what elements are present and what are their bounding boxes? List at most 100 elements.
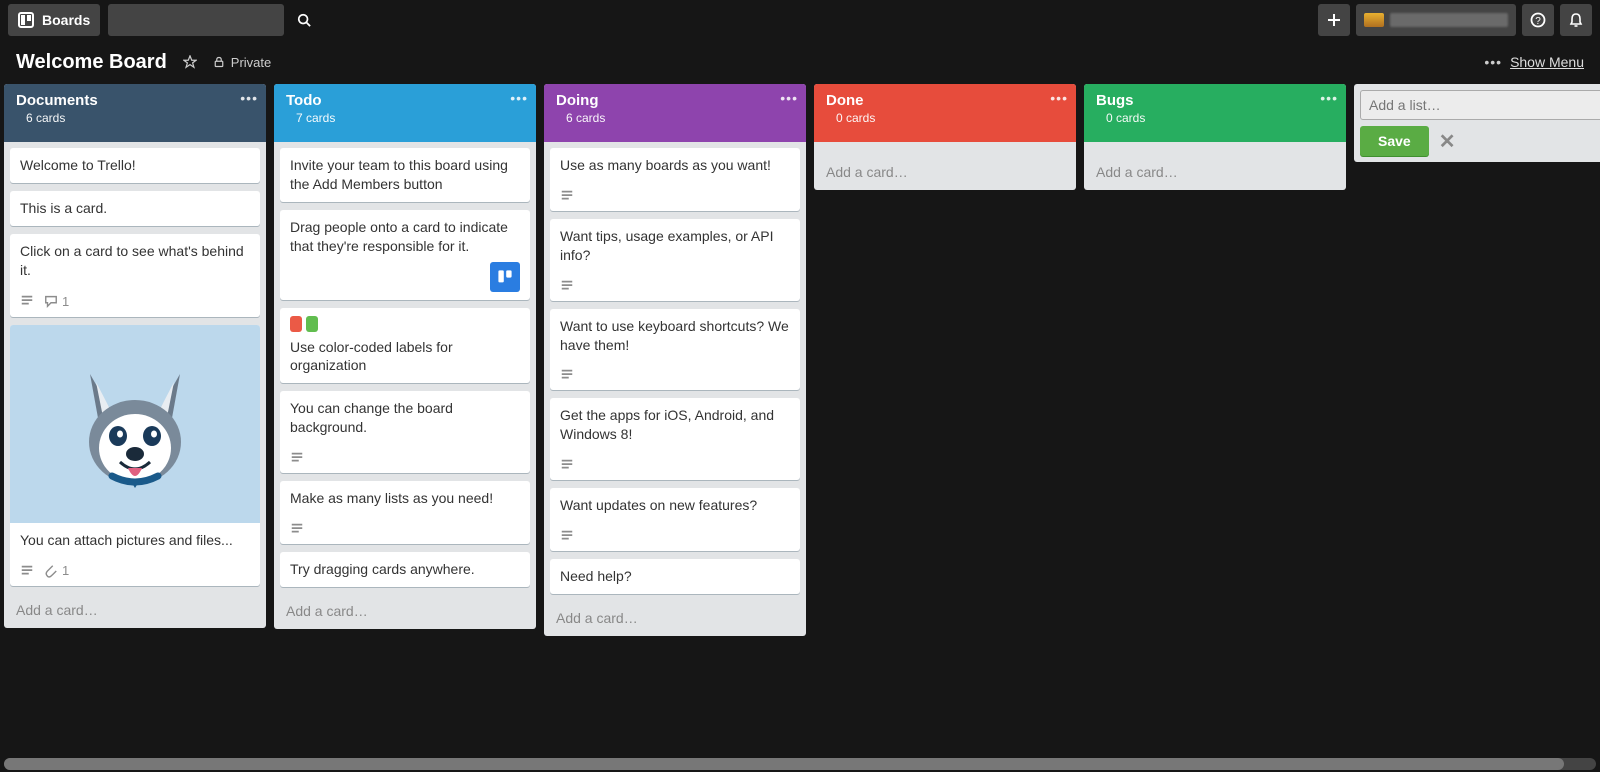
card-badges: [560, 458, 574, 472]
card-title: Want tips, usage examples, or API info?: [560, 227, 790, 265]
list-cards: Use as many boards as you want! Want tips…: [544, 142, 806, 600]
list-menu-button[interactable]: •••: [780, 90, 798, 106]
privacy-indicator[interactable]: Private: [213, 55, 271, 70]
list-done: Done 0 cards ••• Add a card…: [814, 84, 1076, 190]
list-header[interactable]: Documents6 cards•••: [4, 84, 266, 142]
card[interactable]: Invite your team to this board using the…: [280, 148, 530, 202]
card[interactable]: Welcome to Trello!: [10, 148, 260, 183]
boards-label: Boards: [42, 12, 90, 28]
description-icon: [560, 189, 574, 203]
card-badges: [290, 522, 304, 536]
list-menu-button[interactable]: •••: [1320, 90, 1338, 106]
save-button[interactable]: Save: [1360, 126, 1429, 156]
username-redacted: [1390, 13, 1508, 27]
card[interactable]: Drag people onto a card to indicate that…: [280, 210, 530, 300]
card-title: Use color-coded labels for organization: [290, 338, 520, 376]
topbar: Boards ?: [0, 0, 1600, 40]
card-badges: [560, 279, 574, 293]
comments-badge: 1: [44, 294, 69, 309]
user-menu[interactable]: [1356, 4, 1516, 36]
list-header[interactable]: Doing6 cards•••: [544, 84, 806, 142]
card[interactable]: You can change the board background.: [280, 391, 530, 473]
card-title: Make as many lists as you need!: [290, 489, 520, 508]
card[interactable]: Want tips, usage examples, or API info?: [550, 219, 800, 301]
plus-icon: [1327, 13, 1341, 27]
create-button[interactable]: [1318, 4, 1350, 36]
card-title: Want to use keyboard shortcuts? We have …: [560, 317, 790, 355]
help-icon: ?: [1530, 12, 1546, 28]
scroll-thumb[interactable]: [4, 758, 1564, 770]
card[interactable]: You can attach pictures and files...1: [10, 325, 260, 587]
list-cards: Welcome to Trello! This is a card. Click o…: [4, 142, 266, 592]
list-menu-button[interactable]: •••: [1050, 90, 1068, 106]
list-header[interactable]: Done 0 cards •••: [814, 84, 1076, 142]
card[interactable]: Use color-coded labels for organization: [280, 308, 530, 384]
list-documents: Documents6 cards•••Welcome to Trello!Thi…: [4, 84, 266, 628]
notifications-button[interactable]: [1560, 4, 1592, 36]
show-menu[interactable]: ••• Show Menu: [1484, 54, 1584, 70]
boards-icon: [18, 12, 34, 28]
card-labels: [290, 316, 520, 332]
card[interactable]: Need help?: [550, 559, 800, 594]
card[interactable]: Try dragging cards anywhere.: [280, 552, 530, 587]
horizontal-scrollbar[interactable]: [0, 756, 1600, 772]
star-button[interactable]: [183, 55, 197, 69]
label-green: [306, 316, 318, 332]
card-badges: [560, 189, 574, 203]
list-menu-button[interactable]: •••: [240, 90, 258, 106]
card-title: Get the apps for iOS, Android, and Windo…: [560, 406, 790, 444]
card[interactable]: Click on a card to see what's behind it.…: [10, 234, 260, 317]
add-card-button[interactable]: Add a card…: [4, 592, 266, 628]
boards-button[interactable]: Boards: [8, 4, 100, 36]
card-title: Want updates on new features?: [560, 496, 790, 515]
search-box[interactable]: [108, 4, 284, 36]
scroll-track: [4, 758, 1596, 770]
list-header[interactable]: Bugs0 cards•••: [1084, 84, 1346, 142]
list-count: 6 cards: [26, 111, 254, 125]
card[interactable]: Want updates on new features?: [550, 488, 800, 551]
card[interactable]: Get the apps for iOS, Android, and Windo…: [550, 398, 800, 480]
list-count: 0 cards: [836, 111, 1064, 125]
card-title: You can change the board background.: [290, 399, 520, 437]
description-icon: [20, 564, 34, 578]
card-title: Need help?: [560, 567, 790, 586]
member-avatar[interactable]: [490, 262, 520, 292]
description-icon: [290, 451, 304, 465]
list-count: 6 cards: [566, 111, 794, 125]
help-button[interactable]: ?: [1522, 4, 1554, 36]
add-card-button[interactable]: Add a card…: [274, 593, 536, 629]
avatar: [1364, 13, 1384, 27]
star-icon: [183, 55, 197, 69]
card-title: Welcome to Trello!: [20, 156, 250, 175]
add-card-button[interactable]: Add a card…: [1084, 154, 1346, 190]
list-count: 7 cards: [296, 111, 524, 125]
card[interactable]: Make as many lists as you need!: [280, 481, 530, 544]
card-cover: [10, 325, 260, 523]
add-card-button[interactable]: Add a card…: [814, 154, 1076, 190]
list-bugs: Bugs0 cards••• Add a card…: [1084, 84, 1346, 190]
list-menu-button[interactable]: •••: [510, 90, 528, 106]
list-doing: Doing6 cards•••Use as many boards as you…: [544, 84, 806, 636]
description-icon: [20, 294, 34, 308]
add-list-form: Save ✕: [1354, 84, 1600, 162]
description-icon: [290, 522, 304, 536]
card-badges: [560, 529, 574, 543]
card[interactable]: Want to use keyboard shortcuts? We have …: [550, 309, 800, 391]
board-title: Welcome Board: [16, 51, 167, 74]
list-header[interactable]: Todo7 cards•••: [274, 84, 536, 142]
add-card-button[interactable]: Add a card…: [544, 600, 806, 636]
svg-text:?: ?: [1535, 16, 1541, 27]
ellipsis-icon: •••: [1484, 54, 1502, 70]
board-header: Welcome Board Private ••• Show Menu: [0, 40, 1600, 84]
lock-icon: [213, 56, 225, 68]
card[interactable]: Use as many boards as you want!: [550, 148, 800, 211]
list-cards: Invite your team to this board using the…: [274, 142, 536, 593]
description-icon: [560, 458, 574, 472]
card[interactable]: This is a card.: [10, 191, 260, 226]
show-menu-link[interactable]: Show Menu: [1510, 54, 1584, 70]
card-badges: [560, 368, 574, 382]
add-list-input[interactable]: [1360, 90, 1600, 120]
list-name: Done: [826, 92, 1064, 109]
search-input[interactable]: [116, 12, 297, 28]
close-icon[interactable]: ✕: [1439, 129, 1456, 154]
